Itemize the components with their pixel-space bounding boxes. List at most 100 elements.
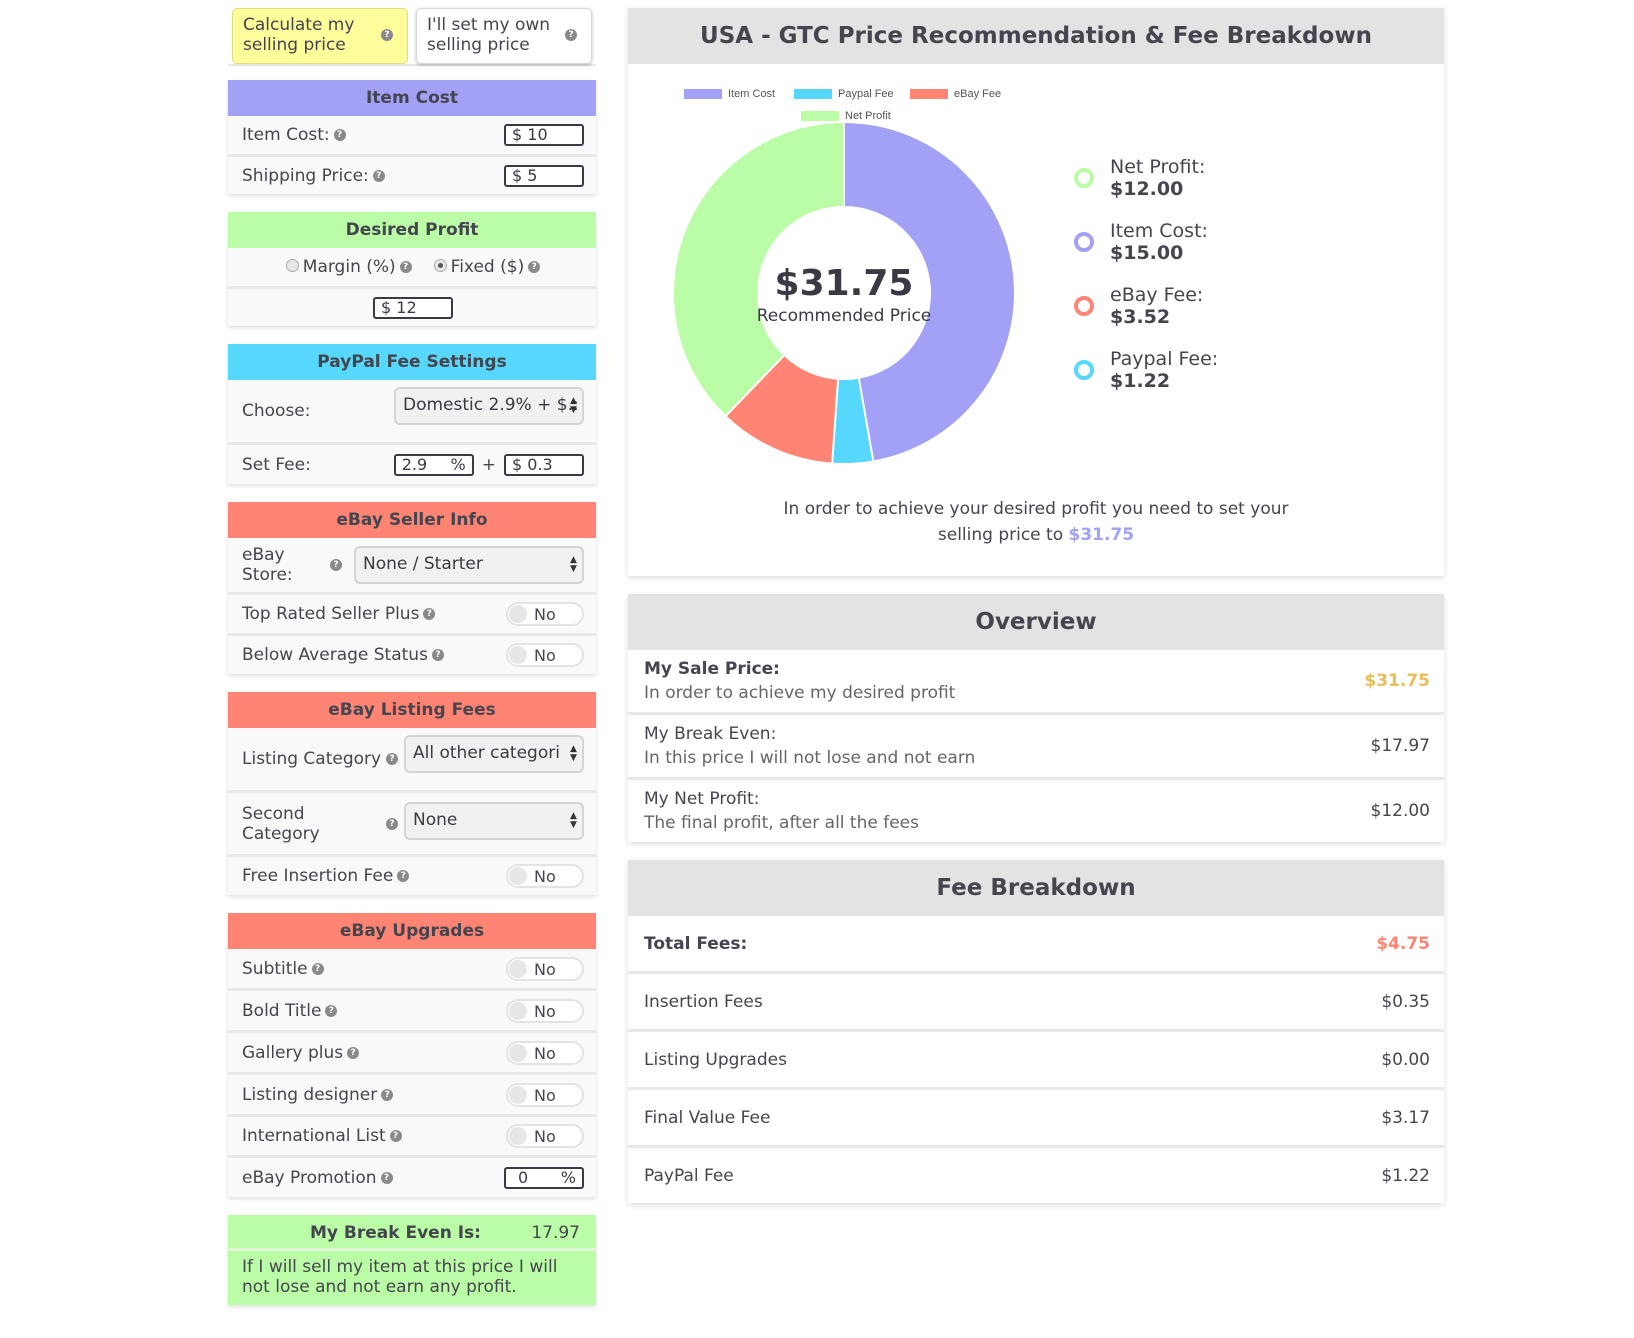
overview-row-sale-price: My Sale Price: In order to achieve my des… (628, 650, 1444, 712)
help-icon[interactable]: ? (389, 1130, 402, 1142)
help-icon[interactable]: ? (333, 129, 346, 141)
ring-icon (1074, 232, 1094, 252)
fee-label: PayPal Fee (644, 1165, 734, 1186)
fee-value: $0.00 (1381, 1049, 1430, 1070)
message-text: In order to achieve your desired profit … (783, 499, 1289, 545)
breakdown-label: eBay Fee: (1110, 284, 1204, 306)
breakdown-label: Item Cost: (1110, 220, 1208, 242)
profit-type-row: Margin (%)? Fixed ($)? (228, 248, 596, 286)
legend-item-paypal-fee[interactable]: Paypal Fee (794, 88, 894, 100)
promotion-input[interactable]: 0% (504, 1166, 584, 1189)
fee-breakdown-title: Fee Breakdown (628, 860, 1444, 916)
settings-panel: Calculate my selling price ? I'll set my… (228, 0, 596, 1305)
fixed-option[interactable]: Fixed ($)? (433, 257, 541, 277)
tab-set-own-price[interactable]: I'll set my own selling price ? (416, 8, 592, 64)
ring-icon (1074, 296, 1094, 316)
help-icon[interactable]: ? (397, 870, 410, 882)
shipping-price-input[interactable]: $ 5 (504, 164, 584, 187)
recommendation-message: In order to achieve your desired profit … (628, 496, 1444, 548)
break-even-header: My Break Even Is: 17.97 (228, 1215, 596, 1251)
help-icon[interactable]: ? (386, 753, 398, 765)
item-cost-label: Item Cost: (242, 125, 330, 145)
upgrade-row-bold-title: Bold Title? No (228, 988, 596, 1030)
ebay-store-select[interactable]: None / Starter ▲ ▼ (354, 546, 584, 584)
free-insertion-toggle[interactable]: No (506, 864, 584, 888)
help-icon[interactable]: ? (528, 261, 541, 273)
paypal-fixed-input[interactable]: $ 0.3 (504, 453, 584, 476)
toggle-label: No (534, 1043, 556, 1063)
toggle-knob (509, 1127, 527, 1145)
listing-designer-toggle[interactable]: No (506, 1082, 584, 1107)
item-cost-input[interactable]: $ 10 (504, 124, 584, 146)
upgrade-row-international: International List? No (228, 1114, 596, 1155)
ebay-store-selected: None / Starter (363, 554, 483, 574)
help-icon[interactable]: ? (372, 169, 385, 182)
paypal-choose-label: Choose: (242, 401, 311, 421)
chart-card: USA - GTC Price Recommendation & Fee Bre… (628, 8, 1444, 576)
chart-card-title: USA - GTC Price Recommendation & Fee Bre… (628, 8, 1444, 64)
help-icon[interactable]: ? (380, 1171, 393, 1184)
help-icon[interactable]: ? (311, 962, 324, 975)
help-icon[interactable]: ? (330, 559, 342, 571)
percent-value: 2.9 (401, 454, 428, 474)
top-rated-row: Top Rated Seller Plus? No (228, 592, 596, 633)
help-icon[interactable]: ? (347, 1046, 360, 1059)
listing-fees-card: eBay Listing Fees Listing Category? All … (228, 692, 596, 895)
paypal-fee-header: PayPal Fee Settings (228, 344, 596, 380)
legend-item-item-cost[interactable]: Item Cost (684, 88, 775, 100)
help-icon[interactable]: ? (423, 608, 436, 620)
legend-item-ebay-fee[interactable]: eBay Fee (910, 88, 1001, 100)
below-average-label: Below Average Status (242, 645, 428, 665)
seller-info-header: eBay Seller Info (228, 502, 596, 538)
margin-radio[interactable] (285, 259, 299, 272)
top-rated-label: Top Rated Seller Plus (242, 604, 420, 624)
toggle-label: No (534, 1127, 556, 1146)
paypal-percent-input[interactable]: 2.9% (393, 453, 474, 476)
shipping-price-label: Shipping Price: (242, 165, 369, 186)
message-price: $31.75 (1068, 525, 1135, 545)
desired-profit-input[interactable]: $ 12 (373, 296, 453, 319)
upgrade-row-gallery-plus: Gallery plus? No (228, 1030, 596, 1072)
overview-row-net-profit: My Net Profit: The final profit, after al… (628, 777, 1444, 842)
breakdown-value: $12.00 (1110, 178, 1184, 200)
help-icon[interactable]: ? (399, 261, 412, 273)
second-category-select[interactable]: None ▲ ▼ (404, 801, 584, 840)
help-icon[interactable]: ? (325, 1004, 338, 1017)
upgrade-row-listing-designer: Listing designer? No (228, 1072, 596, 1114)
top-rated-toggle[interactable]: No (506, 602, 584, 626)
legend-swatch (794, 89, 832, 99)
margin-option[interactable]: Margin (%)? (285, 257, 412, 277)
upgrade-row-subtitle: Subtitle? No (228, 949, 596, 988)
subtitle-toggle[interactable]: No (506, 956, 584, 981)
breakdown-legend: Net Profit: $12.00 Item Cost: $15.00 eBa… (1074, 156, 1218, 412)
breakdown-paypal-fee: Paypal Fee: $1.22 (1074, 348, 1218, 412)
help-icon[interactable]: ? (381, 29, 393, 41)
item-cost-row: Item Cost:? $ 10 (228, 116, 596, 154)
tab-calculate-price[interactable]: Calculate my selling price ? (232, 8, 408, 64)
results-panel: USA - GTC Price Recommendation & Fee Bre… (628, 8, 1444, 1221)
overview-row-subtitle: In order to achieve my desired profit (644, 683, 956, 703)
profit-value-row: $ 12 (228, 286, 596, 326)
bold-title-toggle[interactable]: No (506, 998, 584, 1023)
upgrade-label: Bold Title (242, 1000, 322, 1021)
breakdown-label: Paypal Fee: (1110, 348, 1219, 370)
help-icon[interactable]: ? (565, 29, 577, 41)
overview-row-subtitle: In this price I will not lose and not ea… (644, 748, 976, 768)
listing-category-select[interactable]: All other categori ▲ ▼ (404, 735, 584, 773)
paypal-fee-select[interactable]: Domestic 2.9% + $.: ▲ ▼ (394, 387, 584, 425)
fixed-radio[interactable] (433, 259, 447, 272)
help-icon[interactable]: ? (386, 817, 398, 830)
help-icon[interactable]: ? (381, 1088, 394, 1101)
legend-label: eBay Fee (954, 88, 1002, 100)
breakdown-value: $15.00 (1110, 242, 1184, 264)
tab-label: Calculate my selling price (243, 15, 355, 55)
help-icon[interactable]: ? (431, 649, 444, 661)
international-list-toggle[interactable]: No (506, 1124, 584, 1148)
second-category-row: Second Category? None ▲ ▼ (228, 790, 596, 854)
upgrade-label: Listing designer (242, 1084, 378, 1105)
overview-row-title: My Net Profit: (644, 789, 760, 809)
below-average-toggle[interactable]: No (506, 643, 584, 667)
below-average-row: Below Average Status? No (228, 633, 596, 674)
gallery-plus-toggle[interactable]: No (506, 1040, 584, 1065)
fee-row-total: Total Fees: $4.75 (628, 916, 1444, 971)
